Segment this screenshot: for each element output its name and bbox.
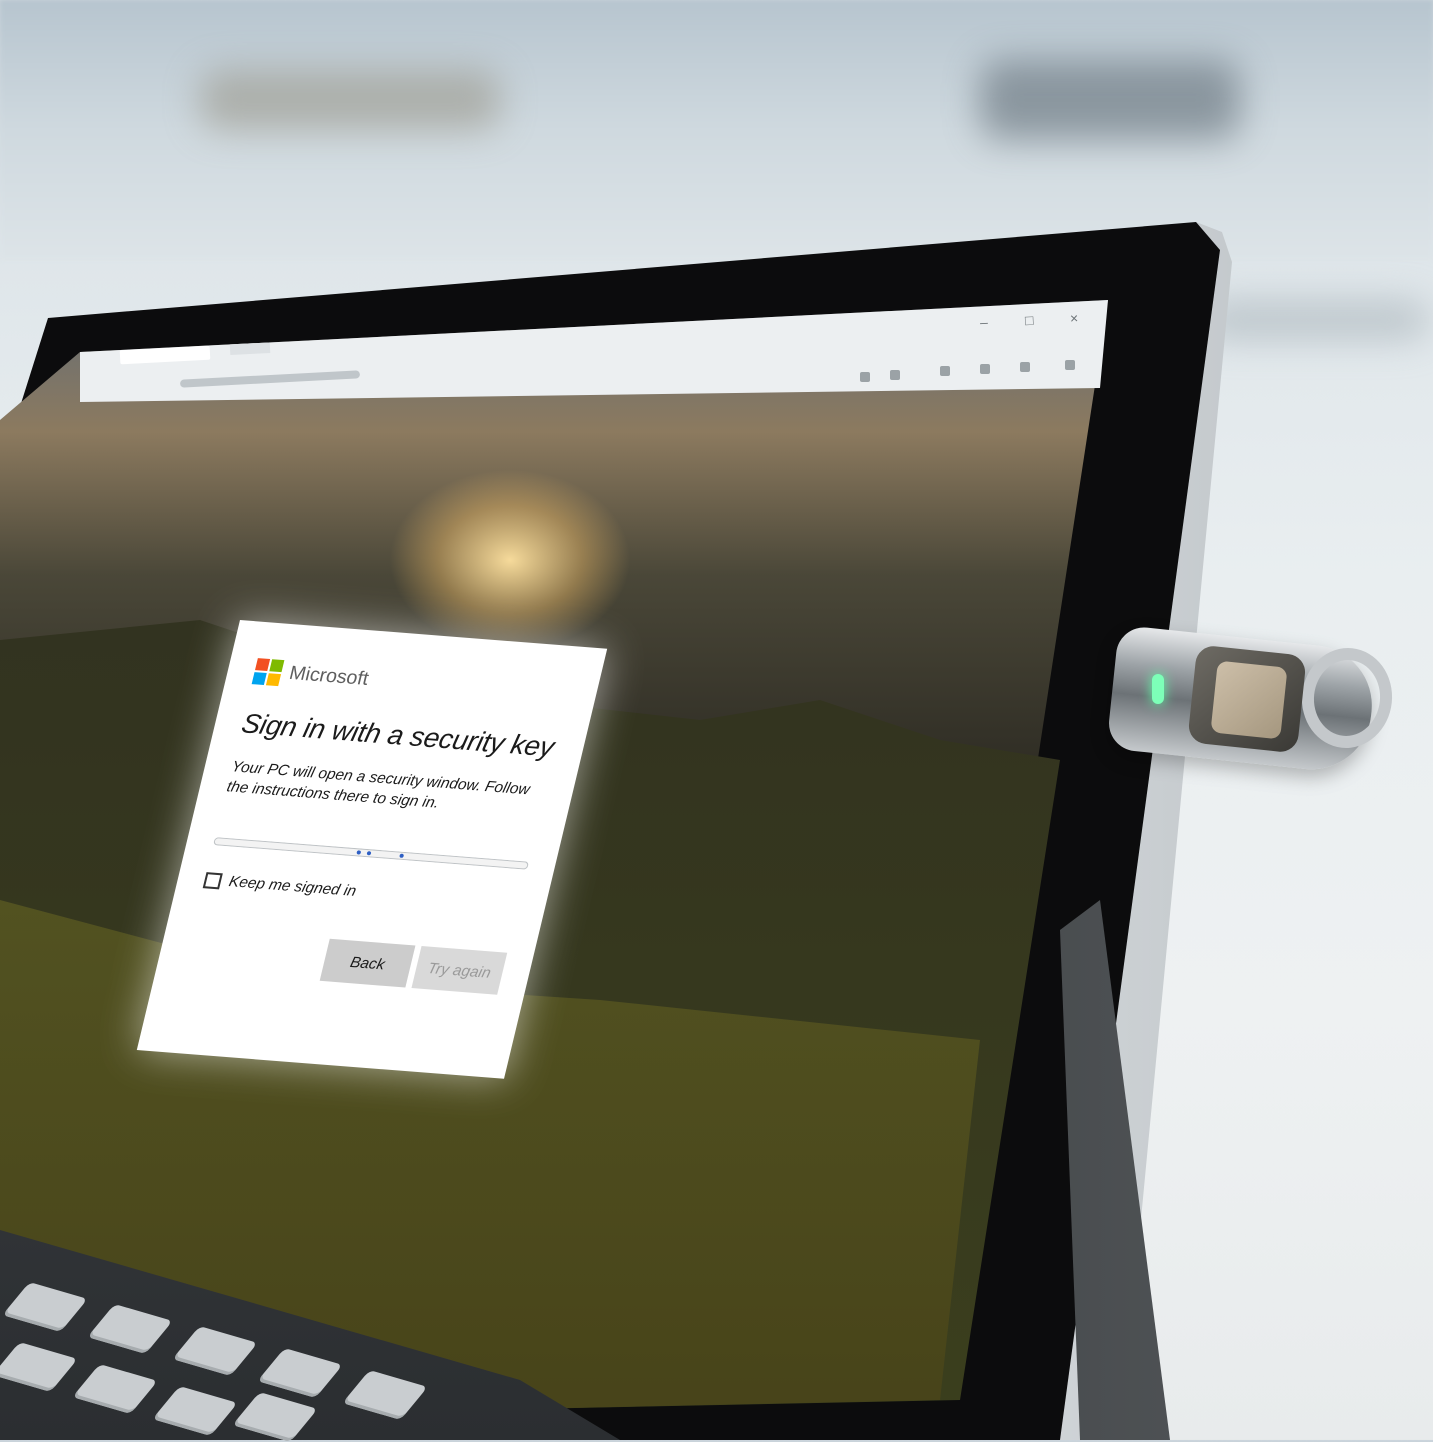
brand-name: Microsoft	[287, 662, 371, 690]
keep-signed-in-label[interactable]: Keep me signed in	[227, 873, 358, 900]
microsoft-logo-icon	[251, 658, 285, 687]
progress-dot	[356, 850, 362, 855]
maximize-icon[interactable]: □	[1025, 312, 1034, 328]
dialog-description: Your PC will open a security window. Fol…	[225, 758, 532, 812]
close-icon[interactable]: ×	[1070, 310, 1079, 326]
share-icon[interactable]	[1020, 362, 1030, 372]
status-led-icon	[1152, 674, 1164, 704]
favorite-icon[interactable]	[890, 370, 900, 380]
minimize-icon[interactable]: –	[980, 314, 989, 330]
try-again-button[interactable]: Try again	[411, 946, 508, 995]
hub-icon[interactable]	[940, 366, 950, 376]
notes-icon[interactable]	[980, 364, 990, 374]
keep-signed-in-row[interactable]: Keep me signed in	[202, 871, 521, 913]
logo-square-green	[269, 659, 285, 673]
progress-dot	[366, 851, 372, 856]
progress-dot	[399, 853, 405, 858]
logo-square-red	[255, 658, 271, 672]
background-blur	[1200, 300, 1430, 340]
address-bar[interactable]	[179, 370, 361, 388]
background-blur	[200, 70, 500, 130]
microsoft-logo: Microsoft	[251, 658, 572, 709]
dialog-buttons: Back Try again	[183, 928, 508, 995]
reading-view-icon[interactable]	[860, 372, 870, 382]
progress-indicator	[213, 837, 530, 870]
logo-square-blue	[251, 672, 267, 686]
fingerprint-pad	[1210, 660, 1288, 740]
background-blur	[980, 60, 1240, 140]
dialog-title: Sign in with a security key	[238, 708, 558, 763]
keep-signed-in-checkbox[interactable]	[202, 871, 223, 889]
back-button[interactable]: Back	[319, 938, 416, 988]
more-icon[interactable]	[1065, 360, 1075, 370]
logo-square-yellow	[265, 673, 282, 687]
